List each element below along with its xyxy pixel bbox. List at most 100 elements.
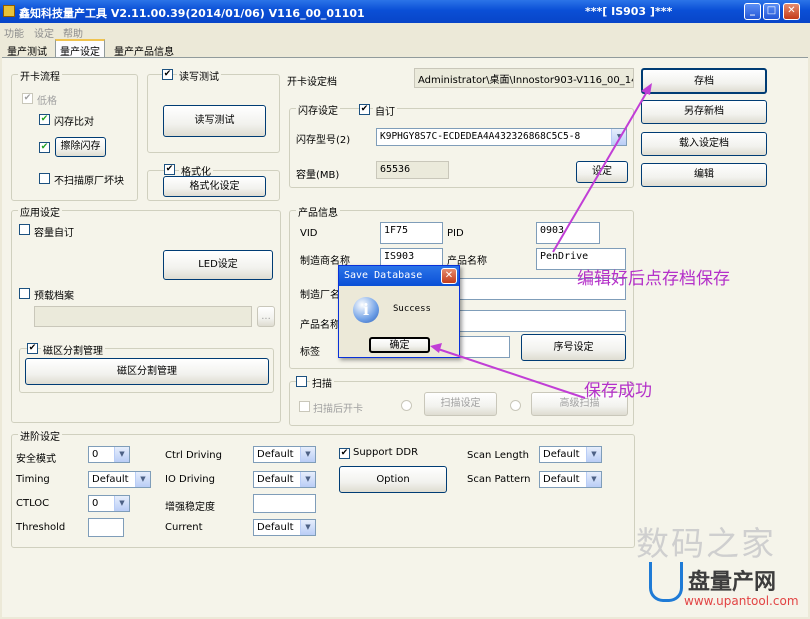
ctrl-driving-label: Ctrl Driving — [165, 450, 222, 461]
cap-auto-label: 容量自订 — [34, 228, 74, 239]
main-window: 鑫知科技量产工具 V2.11.00.39(2014/01/06) V116_00… — [0, 0, 810, 619]
preload-label: 预载档案 — [34, 291, 74, 302]
save-as-button[interactable]: 另存新档 — [641, 100, 767, 124]
scan-pattern-label: Scan Pattern — [467, 474, 531, 485]
flash-auto-checkbox[interactable]: ✔ — [359, 104, 370, 115]
partition-checkbox[interactable]: ✔ — [27, 343, 38, 354]
usb-logo-icon — [649, 562, 683, 602]
option-button[interactable]: Option — [339, 466, 447, 493]
dropdown-arrow-icon: ▼ — [611, 129, 626, 145]
flash-model-label: 闪存型号(2) — [296, 135, 351, 146]
close-button[interactable]: ✕ — [783, 3, 800, 20]
app-settings-title: 应用设定 — [18, 204, 62, 219]
info-icon: i — [353, 297, 379, 323]
vid-input[interactable]: 1F75 — [380, 222, 443, 244]
scan-label: 扫描 — [310, 375, 334, 390]
current-label: Current — [165, 522, 203, 533]
dialog-ok-button[interactable]: 确定 — [369, 337, 430, 353]
dialog-message: Success — [393, 304, 431, 314]
partition-manage-button[interactable]: 磁区分割管理 — [25, 358, 269, 385]
preload-checkbox[interactable] — [19, 288, 30, 299]
dropdown-arrow-icon: ▼ — [586, 447, 601, 462]
save-button[interactable]: 存档 — [641, 68, 767, 94]
menu-help[interactable]: 帮助 — [63, 25, 83, 40]
lowlevel-checkbox[interactable]: ✔ — [22, 93, 33, 104]
scan-pattern-select[interactable]: Default ▼ — [539, 471, 602, 488]
dropdown-arrow-icon: ▼ — [135, 472, 150, 487]
scan-settings-button[interactable]: 扫描设定 — [424, 392, 497, 416]
flash-set-button[interactable]: 设定 — [576, 161, 628, 183]
app-icon — [3, 5, 15, 17]
ctrl-driving-select[interactable]: Default ▼ — [253, 446, 316, 463]
dropdown-arrow-icon: ▼ — [300, 520, 315, 535]
current-select[interactable]: Default ▼ — [253, 519, 316, 536]
no-scan-bad-label: 不扫描原厂坏块 — [54, 176, 124, 187]
safe-mode-select[interactable]: 0 ▼ — [88, 446, 130, 463]
tab-production-test[interactable]: 量产测试 — [3, 41, 51, 58]
annotation-save-ok: 保存成功 — [584, 381, 652, 401]
tab-strip: 量产测试 量产设定 量产产品信息 — [0, 39, 810, 58]
timing-value: Default — [92, 474, 129, 485]
dialog-close-button[interactable]: ✕ — [441, 268, 457, 284]
window-title: 鑫知科技量产工具 V2.11.00.39(2014/01/06) V116_00… — [19, 7, 365, 20]
scan-length-select[interactable]: Default ▼ — [539, 446, 602, 463]
timing-select[interactable]: Default ▼ — [88, 471, 151, 488]
ctloc-label: CTLOC — [16, 498, 50, 509]
scan-pattern-value: Default — [543, 474, 580, 485]
tab-production-settings[interactable]: 量产设定 — [55, 39, 105, 58]
card-flow-title: 开卡流程 — [18, 68, 62, 83]
load-settings-button[interactable]: 载入设定档 — [641, 132, 767, 156]
flash-compare-label: 闪存比对 — [54, 117, 94, 128]
maker-label: 制造厂名 — [300, 290, 340, 301]
minimize-button[interactable]: _ — [744, 3, 761, 20]
format-checkbox[interactable]: ✔ — [164, 164, 175, 175]
erase-flash-button[interactable]: 擦除闪存 — [55, 137, 106, 157]
cap-auto-checkbox[interactable] — [19, 224, 30, 235]
dropdown-arrow-icon: ▼ — [300, 472, 315, 487]
dropdown-arrow-icon: ▼ — [114, 496, 129, 511]
scan-mode-radio-2[interactable] — [510, 400, 521, 411]
rw-test-button[interactable]: 读写测试 — [163, 105, 266, 137]
watermark-brand: 盘量产网 — [688, 570, 777, 595]
product-info-title: 产品信息 — [296, 204, 340, 219]
serial-settings-button[interactable]: 序号设定 — [521, 334, 626, 361]
scan-after-open-checkbox[interactable] — [299, 401, 310, 412]
led-settings-button[interactable]: LED设定 — [163, 250, 273, 280]
scan-mode-radio-1[interactable] — [401, 400, 412, 411]
watermark-top: 数码之家 — [636, 524, 776, 563]
stability-input[interactable] — [253, 494, 316, 513]
advanced-title: 进阶设定 — [18, 428, 62, 443]
timing-label: Timing — [16, 474, 50, 485]
pid-label: PID — [447, 228, 464, 239]
safe-mode-value: 0 — [92, 449, 99, 460]
format-settings-button[interactable]: 格式化设定 — [163, 176, 266, 197]
stability-label: 增强稳定度 — [165, 502, 215, 513]
flash-model-select[interactable]: K9PHGY8S7C-ECDEDEA4A432326868C5C5-8 ▼ — [376, 128, 627, 146]
menu-settings[interactable]: 设定 — [34, 25, 54, 40]
scan-length-label: Scan Length — [467, 450, 529, 461]
edit-button[interactable]: 编辑 — [641, 163, 767, 187]
maximize-button[interactable]: □ — [763, 3, 780, 20]
watermark-url: www.upantool.com — [684, 594, 799, 608]
io-driving-select[interactable]: Default ▼ — [253, 471, 316, 488]
scan-checkbox[interactable] — [296, 376, 307, 387]
tab-product-info[interactable]: 量产产品信息 — [110, 41, 178, 58]
no-scan-bad-checkbox[interactable] — [39, 173, 50, 184]
erase-flash-checkbox[interactable]: ✔ — [39, 142, 50, 153]
ctloc-select[interactable]: 0 ▼ — [88, 495, 130, 512]
menu-function[interactable]: 功能 — [4, 25, 24, 40]
flash-compare-checkbox[interactable]: ✔ — [39, 114, 50, 125]
product-name2-label: 产品名称 — [300, 320, 340, 331]
pid-input[interactable]: 0903 — [536, 222, 600, 244]
title-bar: 鑫知科技量产工具 V2.11.00.39(2014/01/06) V116_00… — [0, 0, 810, 23]
threshold-input[interactable] — [88, 518, 124, 537]
dropdown-arrow-icon: ▼ — [300, 447, 315, 462]
vid-label: VID — [300, 228, 318, 239]
tag-label: 标签 — [300, 347, 320, 358]
capacity-value: 65536 — [376, 161, 449, 179]
preload-browse-button[interactable]: ... — [257, 306, 275, 327]
annotation-edit-save: 编辑好后点存档保存 — [577, 269, 730, 289]
rw-test-checkbox[interactable]: ✔ — [162, 69, 173, 80]
card-file-path[interactable]: Administrator\桌面\Innostor903-V116_00_140 — [414, 68, 634, 88]
ddr-checkbox[interactable]: ✔ — [339, 448, 350, 459]
